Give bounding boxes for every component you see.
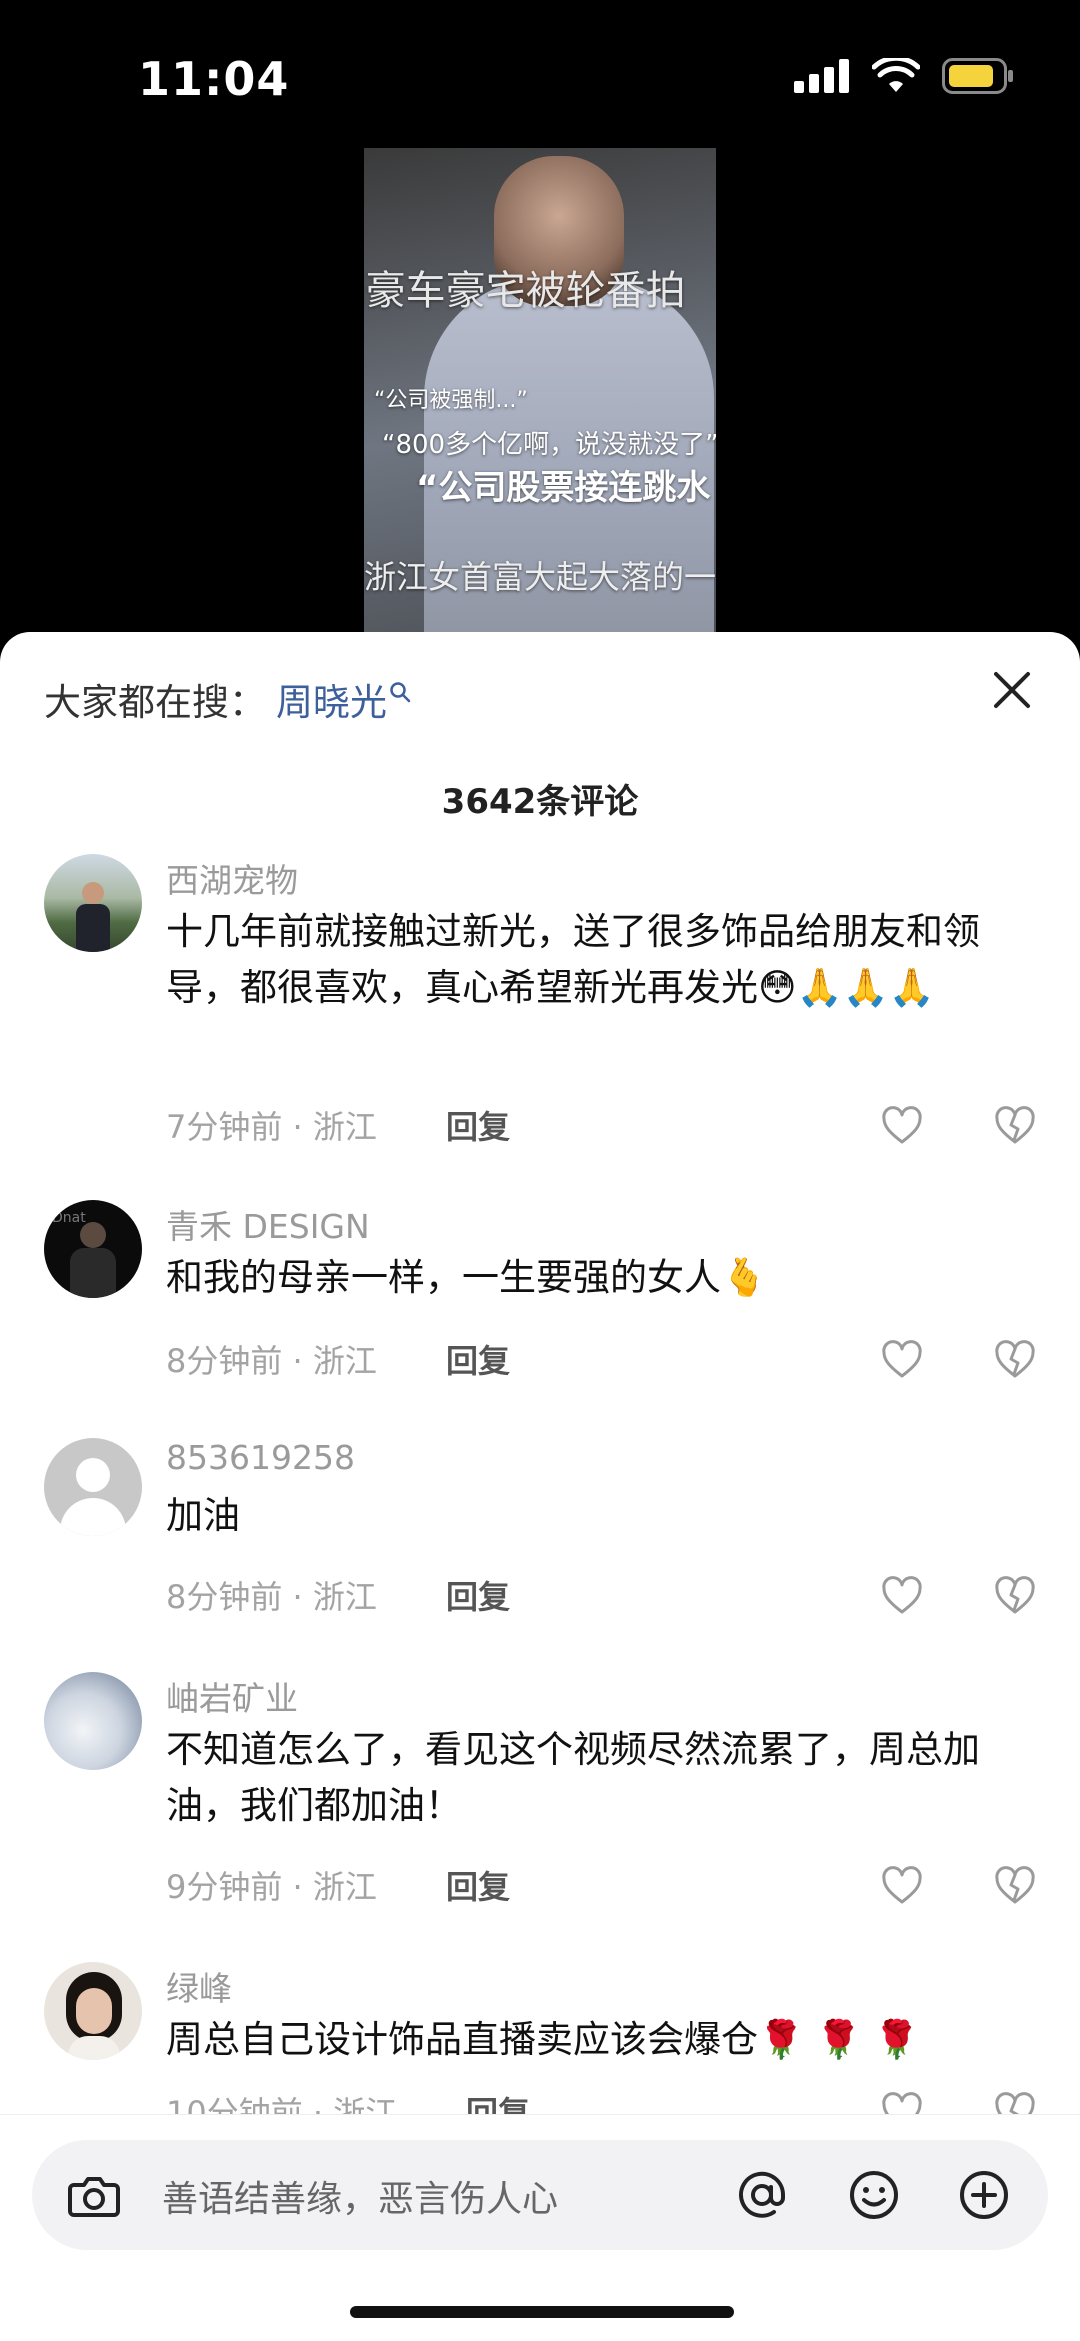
comment-meta: 7分钟前 · 浙江 xyxy=(166,1108,377,1146)
at-mention-icon[interactable] xyxy=(732,2165,792,2225)
dislike-broken-heart-icon[interactable] xyxy=(994,1866,1036,1906)
add-icon[interactable] xyxy=(954,2165,1014,2225)
video-quote-3: “公司股票接连跳水 xyxy=(416,468,711,508)
emoji-icon[interactable] xyxy=(844,2165,904,2225)
like-heart-icon[interactable] xyxy=(881,1576,923,1616)
comments-sheet: 大家都在搜： 周晓光 3642条评论 西湖宠物 十几年前就接触过新光，送了很多饰… xyxy=(0,632,1080,2341)
comment-meta: 8分钟前 · 浙江 xyxy=(166,1578,377,1616)
like-heart-icon[interactable] xyxy=(881,1106,923,1146)
status-time: 11:04 xyxy=(138,52,290,106)
comment-text: 加油 xyxy=(166,1494,240,1537)
reply-button[interactable]: 回复 xyxy=(446,1572,510,1618)
status-icons xyxy=(794,58,1014,94)
reply-button[interactable]: 回复 xyxy=(446,1102,510,1148)
avatar[interactable] xyxy=(44,854,142,952)
video-quote-1: “公司被强制...” xyxy=(374,388,528,413)
like-heart-icon[interactable] xyxy=(881,1340,923,1380)
camera-icon[interactable] xyxy=(64,2165,124,2225)
avatar[interactable] xyxy=(44,1438,142,1536)
dislike-broken-heart-icon[interactable] xyxy=(994,1106,1036,1146)
reply-button[interactable]: 回复 xyxy=(446,1336,510,1382)
comment-username[interactable]: 岫岩矿业 xyxy=(166,1672,298,1720)
comment-meta: 8分钟前 · 浙江 xyxy=(166,1342,377,1380)
video-caption-top: ]豪车豪宅被轮番拍 xyxy=(364,268,686,314)
avatar[interactable] xyxy=(44,1962,142,2060)
dislike-broken-heart-icon[interactable] xyxy=(994,1340,1036,1380)
status-bar: 11:04 xyxy=(0,0,1080,150)
like-heart-icon[interactable] xyxy=(881,1866,923,1906)
comment-username[interactable]: 青禾 DESIGN xyxy=(166,1200,370,1248)
comment-input-bar[interactable]: 善语结善缘，恶言伤人心 xyxy=(32,2140,1048,2250)
hot-search-term[interactable]: 周晓光 xyxy=(276,672,387,726)
video-quote-2: “800多个亿啊，说没就没了” xyxy=(382,430,716,460)
comment-username[interactable]: 绿峰 xyxy=(166,1962,232,2010)
comment-text: 十几年前就接触过新光，送了很多饰品给朋友和领导，都很喜欢，真心希望新光再发光😳🙏… xyxy=(166,910,980,1009)
comment-count: 3642条评论 xyxy=(441,782,639,822)
wifi-icon xyxy=(872,58,920,92)
battery-icon xyxy=(942,58,1013,94)
avatar[interactable]: Dnat xyxy=(44,1200,142,1298)
video-caption-bottom: 浙江女首富大起大落的一 xyxy=(364,558,716,596)
hot-search-label: 大家都在搜： xyxy=(44,681,266,724)
hot-search-row: 大家都在搜： 周晓光 xyxy=(44,672,411,726)
comment-username[interactable]: 853619258 xyxy=(166,1438,355,1477)
video-thumbnail[interactable]: ]豪车豪宅被轮番拍 “公司被强制...” “800多个亿啊，说没就没了” “公司… xyxy=(364,148,716,632)
comment-text: 周总自己设计饰品直播卖应该会爆仓🌹 🌹 🌹 xyxy=(166,2018,920,2061)
reply-button[interactable]: 回复 xyxy=(446,1862,510,1908)
close-icon[interactable] xyxy=(988,666,1036,714)
comment-username[interactable]: 西湖宠物 xyxy=(166,854,298,902)
dislike-broken-heart-icon[interactable] xyxy=(994,1576,1036,1616)
home-indicator xyxy=(350,2306,734,2318)
avatar[interactable] xyxy=(44,1672,142,1770)
comment-meta: 9分钟前 · 浙江 xyxy=(166,1868,377,1906)
comment-input-placeholder: 善语结善缘，恶言伤人心 xyxy=(162,2179,559,2220)
cellular-signal-icon xyxy=(794,59,849,93)
search-icon xyxy=(390,682,411,703)
comment-text: 不知道怎么了，看见这个视频尽然流累了，周总加油，我们都加油！ xyxy=(166,1728,980,1827)
comment-text: 和我的母亲一样，一生要强的女人🫰 xyxy=(166,1256,768,1299)
